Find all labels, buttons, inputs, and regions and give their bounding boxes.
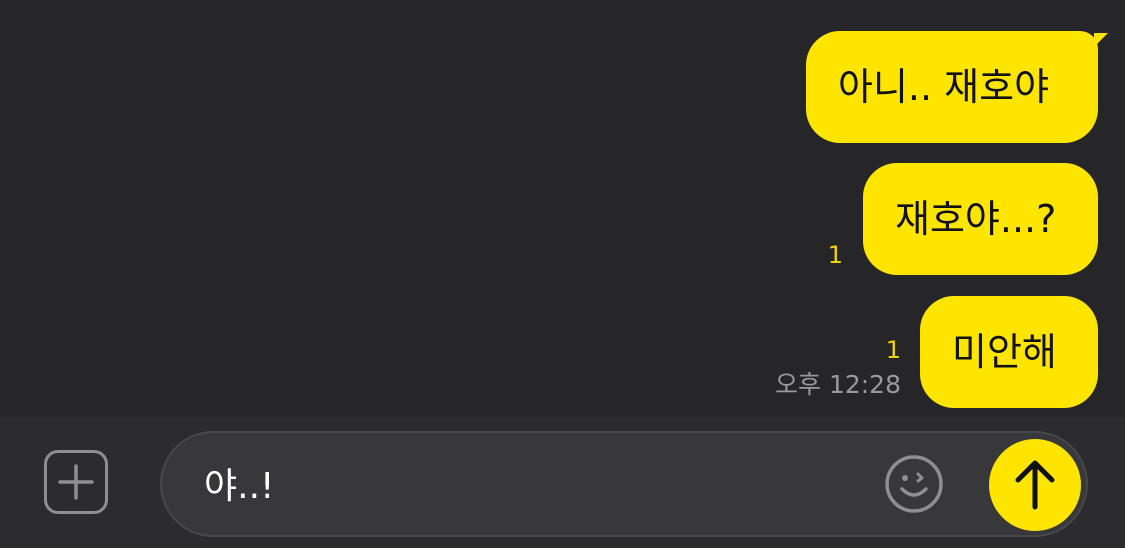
- smiley-icon: [885, 455, 943, 513]
- message-bubble[interactable]: 아니.. 재호야: [806, 31, 1098, 143]
- attach-button[interactable]: [44, 450, 108, 514]
- unread-count: 1: [885, 336, 901, 364]
- message-input[interactable]: [204, 455, 844, 511]
- message-timestamp: 오후 12:28: [775, 370, 901, 399]
- message-bubble[interactable]: 미안해: [920, 296, 1098, 408]
- message-input-container[interactable]: [160, 431, 1088, 537]
- chat-area: 아니.. 재호야 1 재호야...? 1 오후 12:28 미안해: [0, 0, 1125, 417]
- send-button[interactable]: [989, 439, 1081, 531]
- plus-icon: [58, 464, 94, 500]
- message-bubble[interactable]: 재호야...?: [863, 163, 1098, 275]
- unread-count: 1: [827, 241, 843, 269]
- arrow-up-icon: [1015, 460, 1055, 510]
- emoji-button[interactable]: [884, 454, 944, 514]
